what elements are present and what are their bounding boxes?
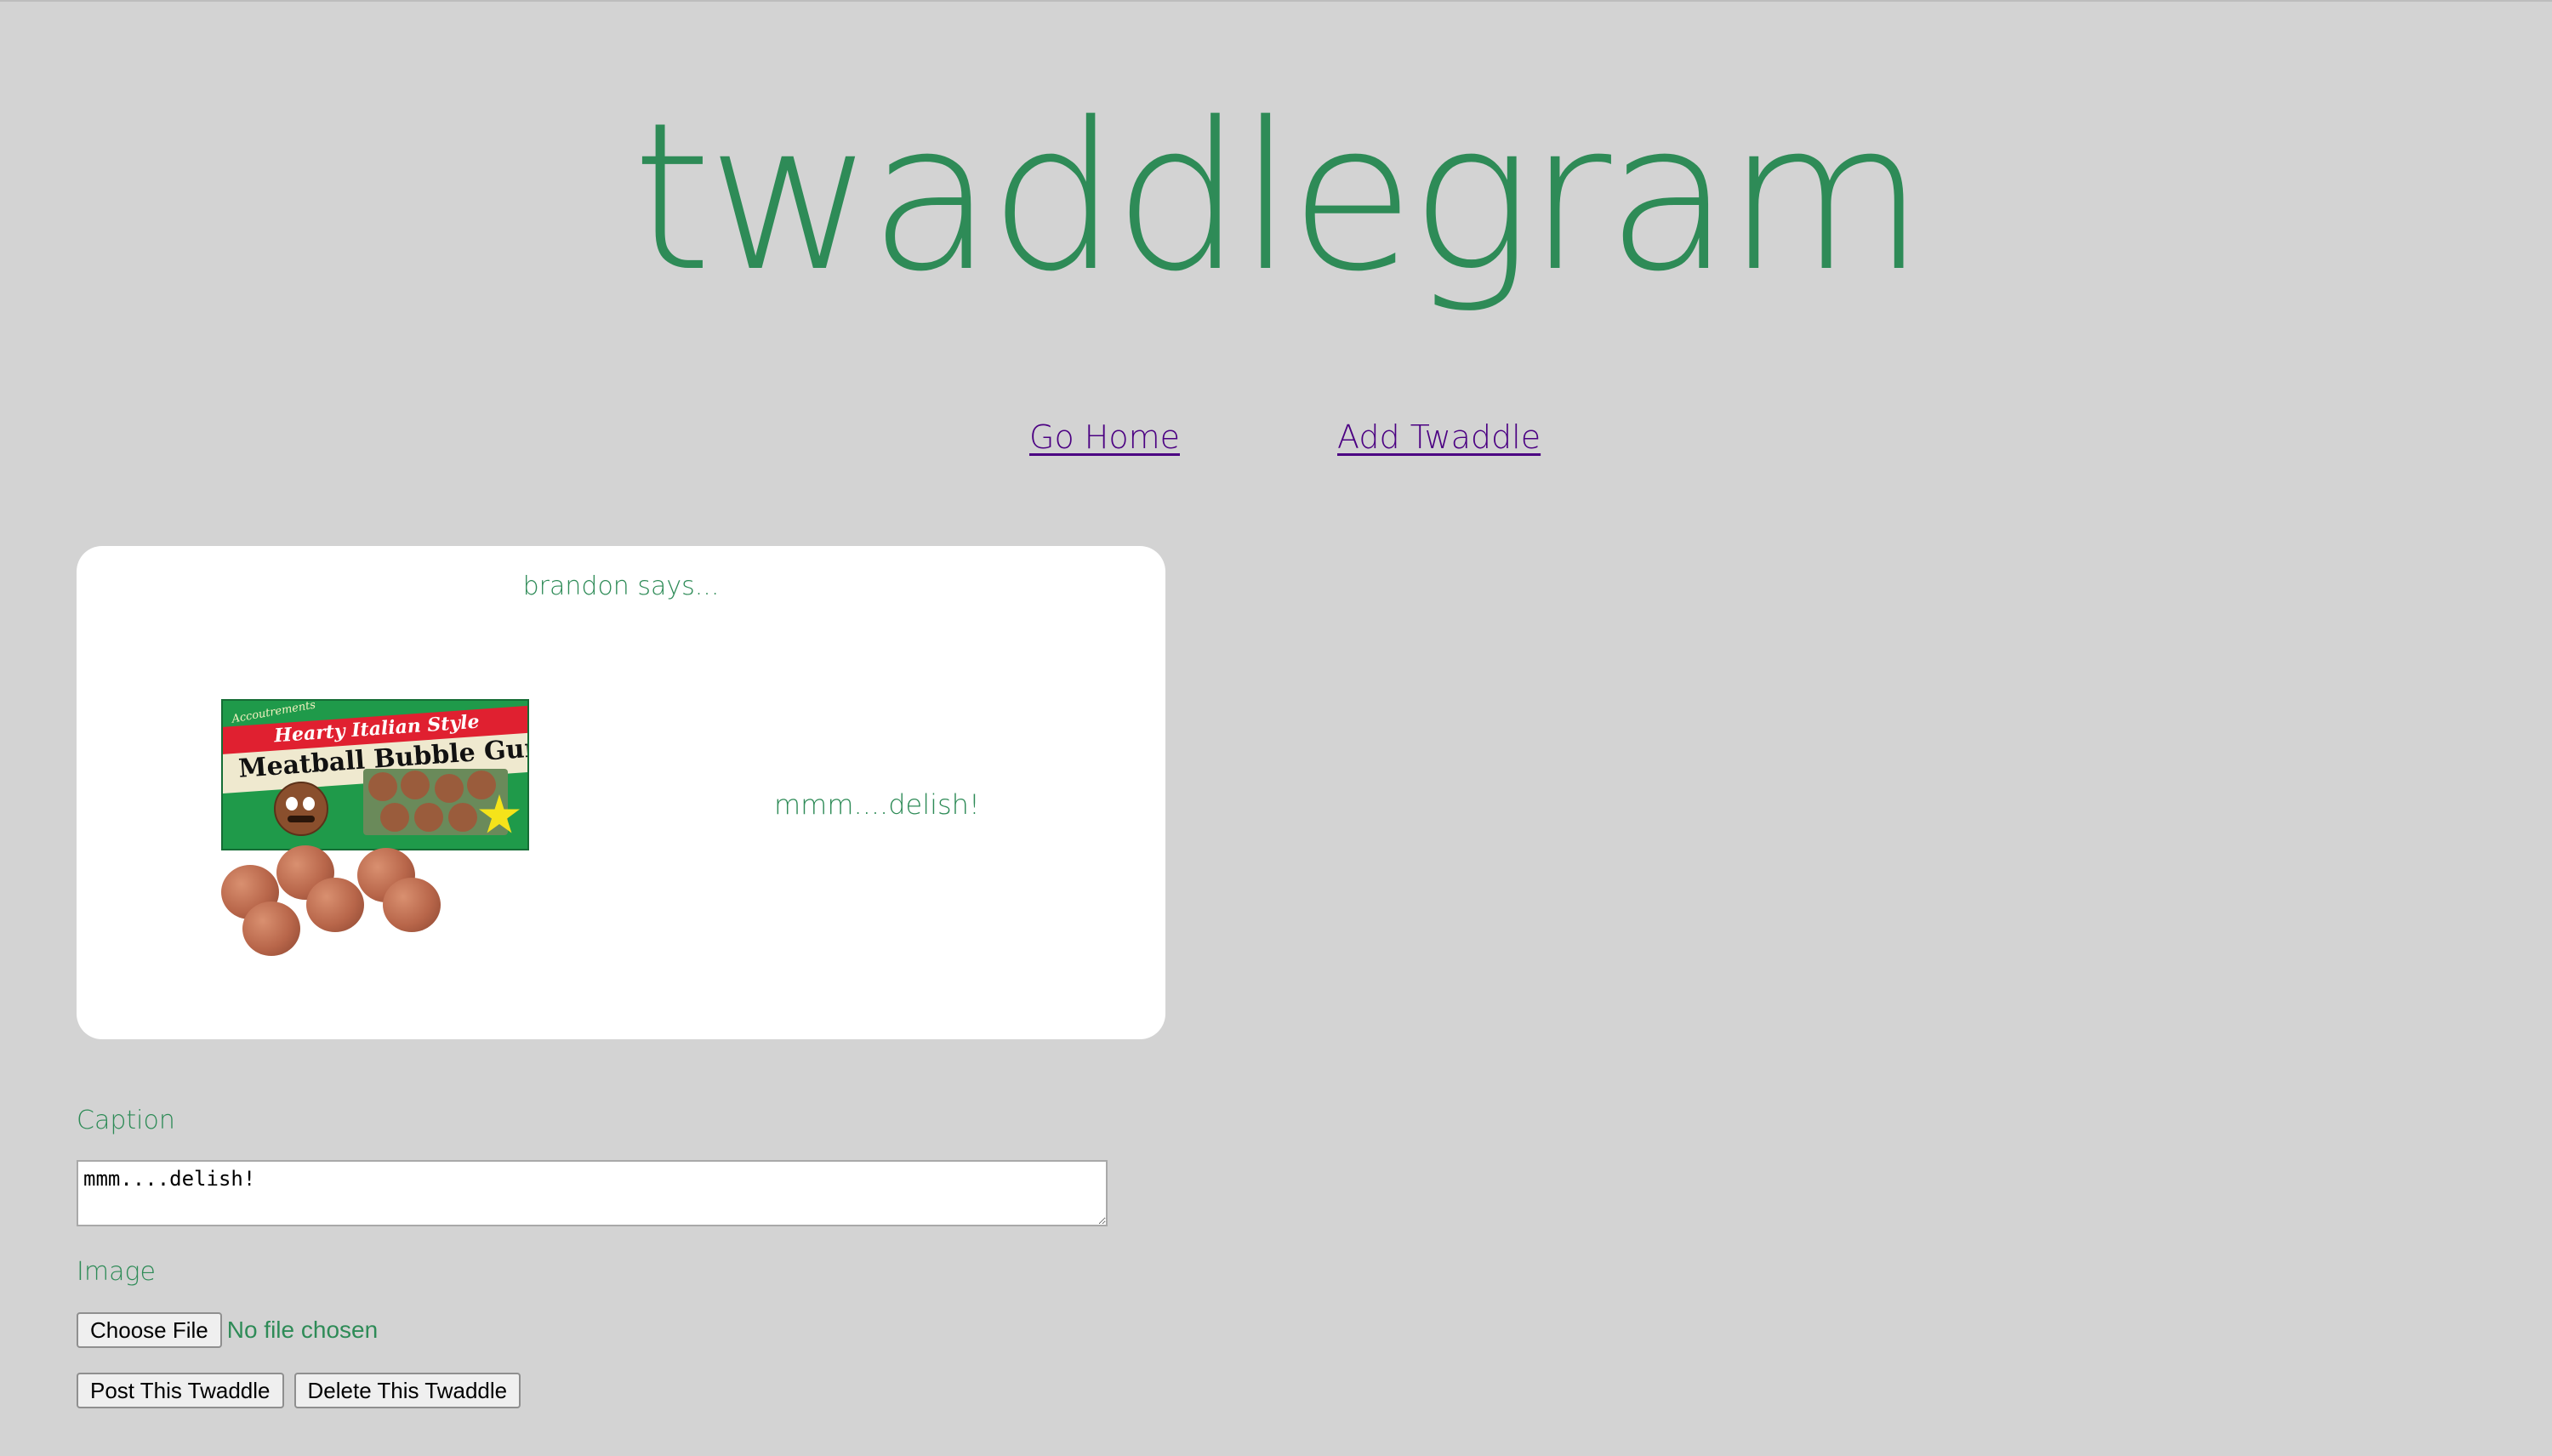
add-twaddle-link[interactable]: Add Twaddle [1337,418,1541,456]
mascot-eye [286,797,298,810]
meatball [383,878,441,932]
mascot-eye [303,797,315,810]
twaddle-card: brandon says... Accoutrements Hearty Ita… [77,546,1165,1039]
caption-label: Caption [77,1106,175,1135]
author-line: brandon says... [522,572,720,601]
gum-box-illustration: Accoutrements Hearty Italian Style Meatb… [221,699,529,850]
post-caption: mmm....delish! [774,788,980,821]
file-status-text: No file chosen [226,1317,379,1343]
delete-twaddle-button[interactable]: Delete This Twaddle [293,1373,521,1408]
meatball [242,901,300,956]
mascot-mustache [288,816,315,822]
go-home-link[interactable]: Go Home [1029,418,1180,456]
box-window [363,769,508,835]
main-nav: Go Home Add Twaddle [0,418,2552,469]
window-meatball [467,771,496,799]
post-twaddle-button[interactable]: Post This Twaddle [77,1373,284,1408]
caption-field[interactable]: mmm....delish! [77,1160,1108,1226]
window-meatball [368,772,397,801]
form-actions: Post This Twaddle Delete This Twaddle [77,1373,521,1408]
site-logo: twaddlegram [631,78,1925,316]
choose-file-button[interactable]: Choose File [77,1312,222,1348]
file-input: Choose File No file chosen [77,1311,378,1349]
window-meatball [401,771,430,799]
window-meatball [448,803,477,832]
meatball [306,878,364,932]
meatball-mascot-icon [274,782,328,836]
post-image: Accoutrements Hearty Italian Style Meatb… [213,699,536,956]
window-meatball [380,803,409,832]
window-meatball [435,774,464,803]
image-label: Image [77,1257,156,1287]
window-meatball [414,803,443,832]
